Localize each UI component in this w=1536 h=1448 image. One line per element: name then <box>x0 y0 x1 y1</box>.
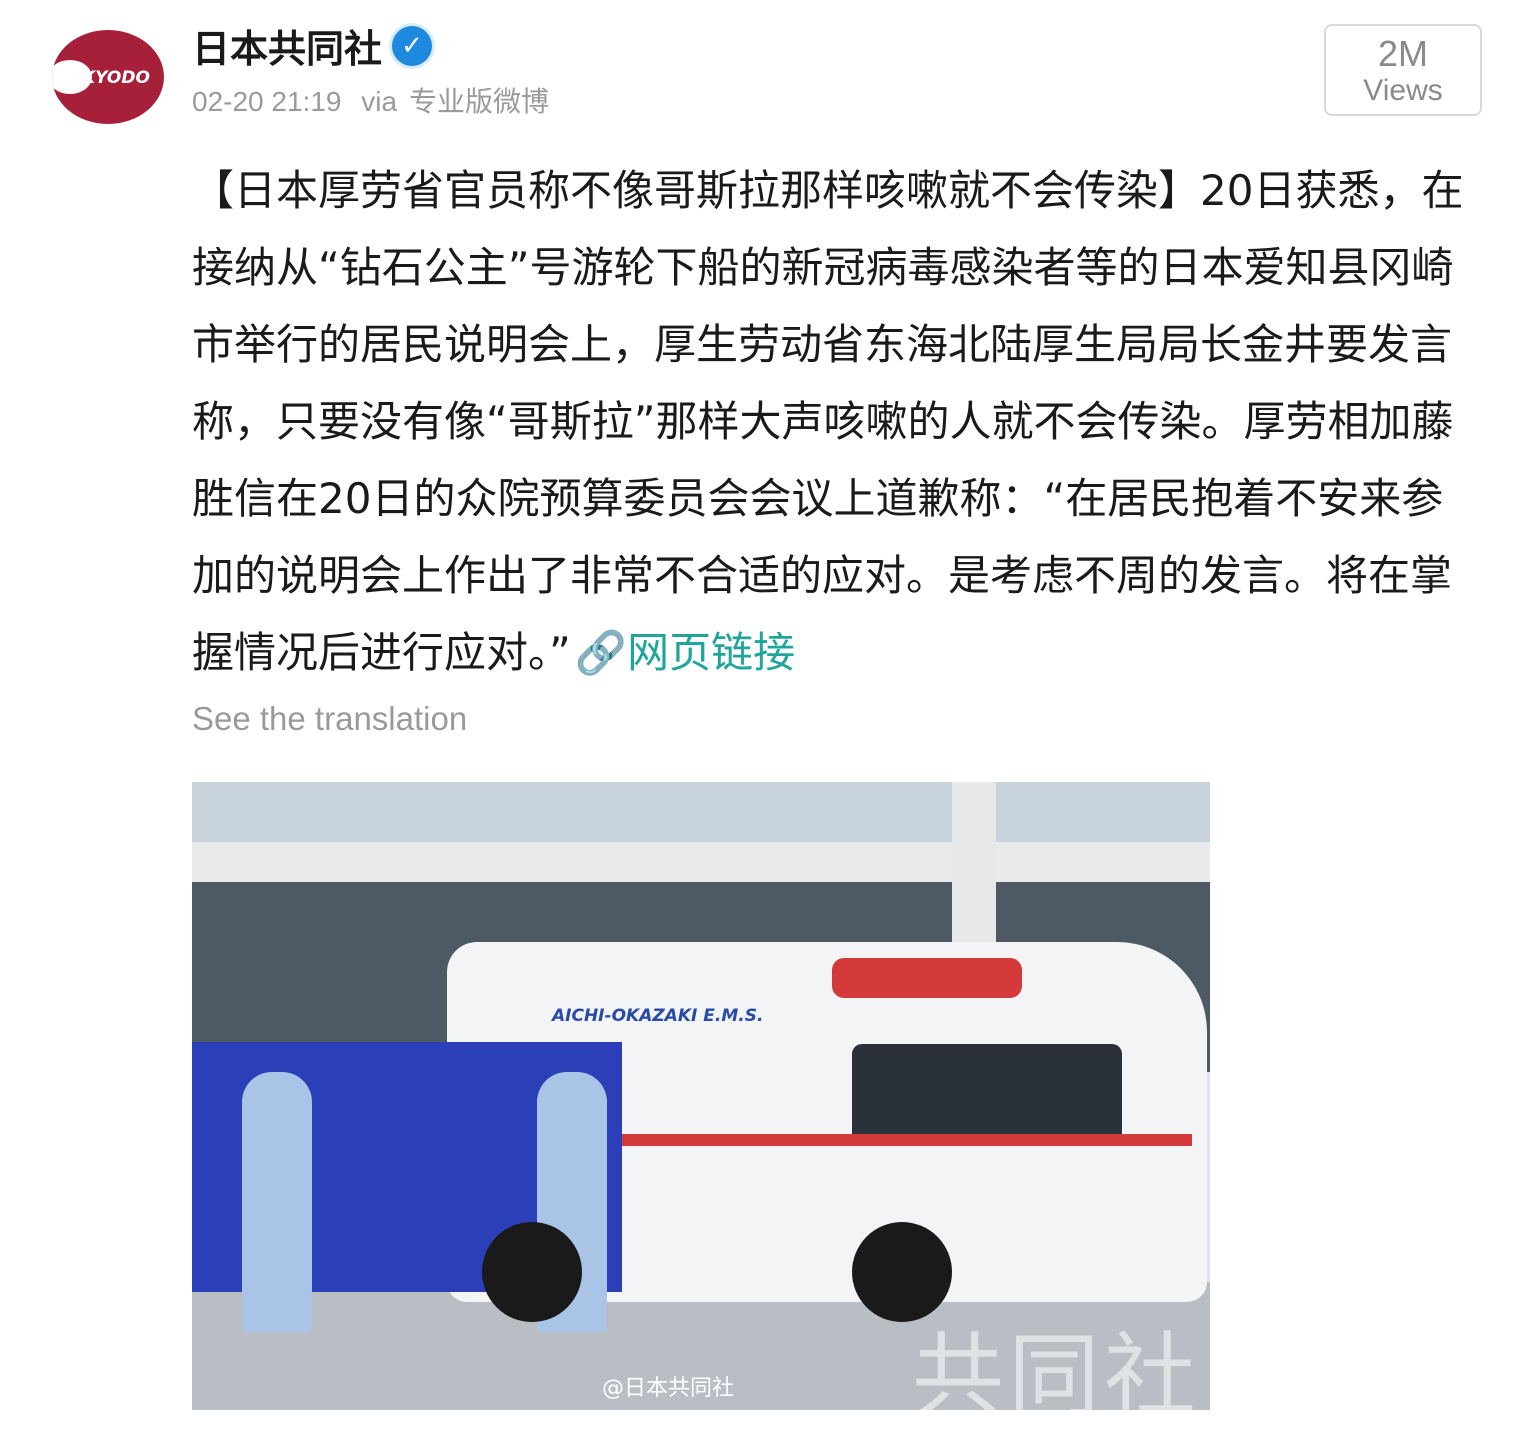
photo-roof-light <box>832 958 1022 998</box>
post-timestamp: 02-20 21:19 <box>192 86 342 117</box>
client-name: 专业版微博 <box>409 86 550 117</box>
avatar[interactable]: KYODO <box>52 30 164 124</box>
account-name[interactable]: 日本共同社 <box>192 18 382 73</box>
post-meta: 02-20 21:19 via 专业版微博 <box>192 80 561 120</box>
views-label: Views <box>1363 74 1443 107</box>
photo-ambulance-window <box>852 1044 1122 1144</box>
link-icon[interactable]: 🔗 <box>575 614 627 691</box>
post-body-text: 【日本厚劳省官员称不像哥斯拉那样咳嗽就不会传染】20日获悉，在接纳从“钻石公主”… <box>192 166 1464 677</box>
weibo-watermark: @日本共同社 <box>602 1376 735 1401</box>
photo-person-left <box>242 1072 312 1332</box>
avatar-logo-text: KYODO <box>82 68 150 88</box>
photo-vehicle-text: AICHI-OKAZAKI E.M.S. <box>552 1006 764 1026</box>
post-body: 【日本厚劳省官员称不像哥斯拉那样咳嗽就不会传染】20日获悉，在接纳从“钻石公主”… <box>192 152 1482 691</box>
photo-ambulance-stripe <box>612 1134 1192 1146</box>
views-count: 2M <box>1377 33 1428 74</box>
photo-canopy <box>192 842 1210 882</box>
verified-check-icon: ✓ <box>392 26 432 66</box>
web-link[interactable]: 网页链接 <box>627 628 795 677</box>
see-translation-link[interactable]: See the translation <box>192 700 467 738</box>
post-photo[interactable]: AICHI-OKAZAKI E.M.S. @日本共同社 共同社 <box>192 782 1210 1410</box>
kyodo-watermark: 共同社 <box>912 1323 1201 1410</box>
views-counter: 2M Views <box>1324 24 1482 116</box>
via-label: via <box>361 86 398 117</box>
photo-wheel-rear <box>482 1222 582 1322</box>
